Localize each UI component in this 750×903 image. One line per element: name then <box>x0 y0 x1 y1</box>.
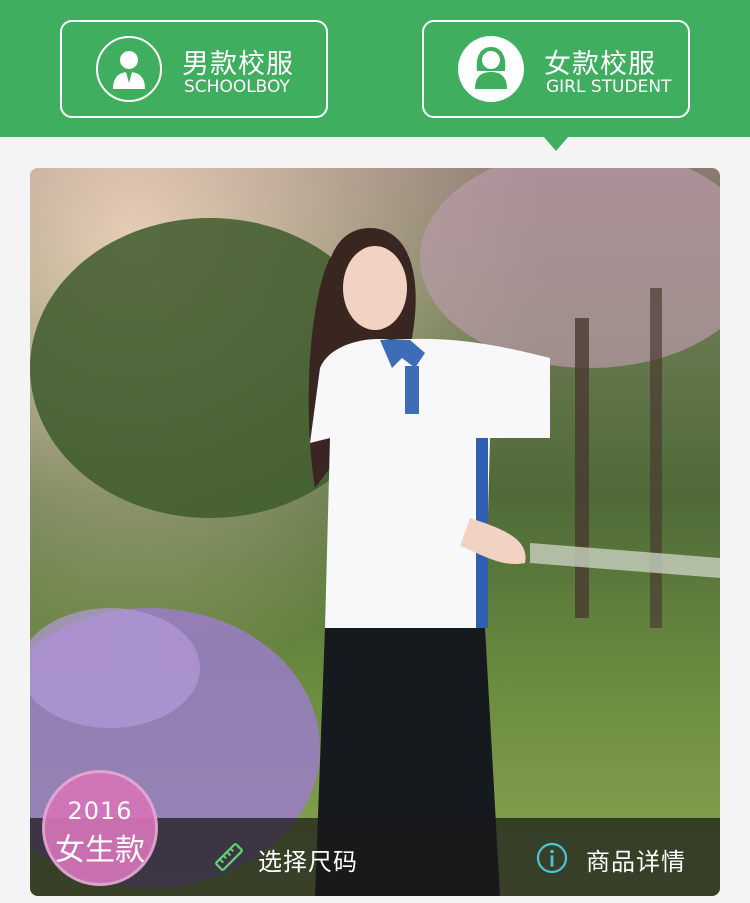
header-bar: 男款校服 SCHOOLBOY 女款校服 GIRL STUDENT <box>0 0 750 137</box>
year-badge: 2016 女生款 <box>42 770 158 886</box>
ruler-icon <box>214 842 244 878</box>
tab-girl-title: 女款校服 <box>544 49 656 80</box>
selected-tab-pointer <box>543 136 569 151</box>
tab-girl-student[interactable]: 女款校服 GIRL STUDENT <box>422 20 690 118</box>
product-details-label: 商品详情 <box>586 848 686 876</box>
tab-schoolboy-subtitle: SCHOOLBOY <box>184 77 290 97</box>
select-size-button[interactable]: 选择尺码 <box>214 818 374 896</box>
tab-schoolboy-title: 男款校服 <box>182 49 294 80</box>
tab-schoolboy[interactable]: 男款校服 SCHOOLBOY <box>60 20 328 118</box>
tab-girl-subtitle: GIRL STUDENT <box>546 77 672 97</box>
info-icon <box>536 842 568 880</box>
badge-label: 女生款 <box>55 833 145 868</box>
girl-avatar-icon <box>458 36 524 102</box>
boy-avatar-icon <box>96 36 162 102</box>
select-size-label: 选择尺码 <box>258 848 358 876</box>
badge-year: 2016 <box>67 797 133 825</box>
product-details-button[interactable]: 商品详情 <box>536 818 696 896</box>
